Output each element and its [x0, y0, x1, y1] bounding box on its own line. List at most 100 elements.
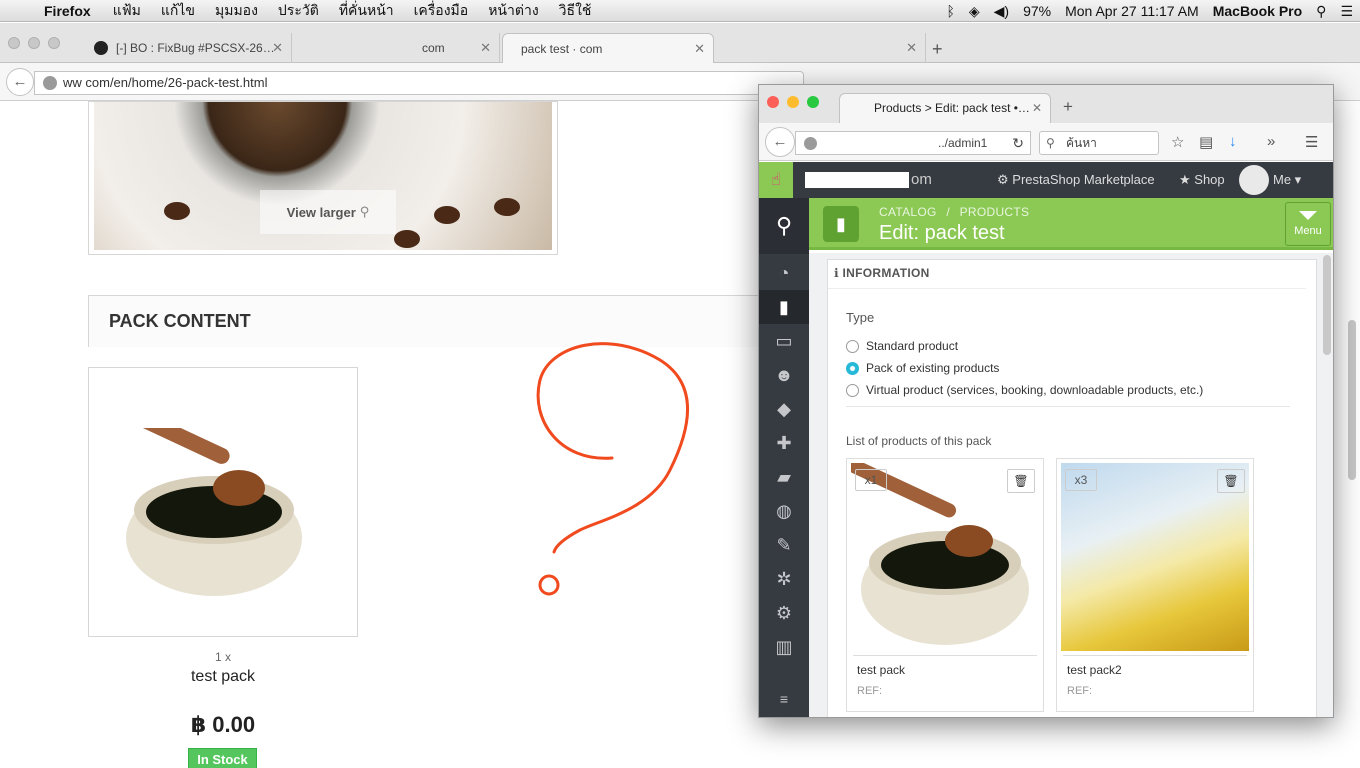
- customers-icon[interactable]: ☻: [759, 358, 809, 392]
- catalog-book-icon[interactable]: ▮: [759, 290, 809, 324]
- type-label: Type: [846, 310, 875, 325]
- menu-tools[interactable]: เครื่องมือ: [404, 0, 479, 22]
- new-tab-button[interactable]: +: [932, 39, 943, 60]
- minimize-window-button[interactable]: [28, 37, 40, 49]
- clock[interactable]: Mon Apr 27 11:17 AM: [1058, 3, 1206, 19]
- tab-close-icon[interactable]: ✕: [906, 40, 917, 56]
- tab-other[interactable]: ✕: [716, 33, 926, 63]
- bookmark-star-icon[interactable]: ☆: [1171, 133, 1184, 151]
- tab-close-icon[interactable]: ✕: [272, 40, 283, 56]
- spotlight-icon[interactable]: ⚲: [1309, 3, 1333, 20]
- back-button[interactable]: ←: [765, 127, 795, 157]
- menu-view[interactable]: มุมมอง: [205, 0, 268, 22]
- hamburger-menu-icon[interactable]: ☰: [1305, 133, 1318, 151]
- close-window-button[interactable]: [767, 96, 779, 108]
- page-scrollbar[interactable]: [1348, 320, 1356, 480]
- dashboard-icon[interactable]: ◔: [759, 256, 809, 290]
- user-menu[interactable]: Me ▾: [1273, 172, 1301, 188]
- orders-card-icon[interactable]: ▭: [759, 324, 809, 358]
- menu-history[interactable]: ประวัติ: [268, 0, 329, 22]
- price-rules-tag-icon[interactable]: ◆: [759, 392, 809, 426]
- shop-name-mask: [805, 172, 909, 189]
- url-bar[interactable]: ww com/en/home/26-pack-test.html: [34, 71, 804, 95]
- shop-name-suffix: om: [911, 171, 932, 188]
- radio-standard-label[interactable]: Standard product: [866, 339, 958, 353]
- radio-virtual-product[interactable]: [846, 384, 859, 397]
- shipping-truck-icon[interactable]: ▰: [759, 460, 809, 494]
- menu-app-name[interactable]: Firefox: [38, 3, 103, 19]
- tab-pack-test[interactable]: pack test · com ✕: [502, 33, 714, 63]
- tab-admin-products[interactable]: Products > Edit: pack test •… ✕: [839, 93, 1051, 123]
- stats-chart-icon[interactable]: ▥: [759, 630, 809, 664]
- bluetooth-icon[interactable]: ᛒ: [939, 3, 961, 19]
- radio-pack-label[interactable]: Pack of existing products: [866, 361, 999, 375]
- caret-down-icon: [1299, 211, 1317, 220]
- shop-link[interactable]: ★ Shop: [1179, 172, 1225, 188]
- delete-trash-icon[interactable]: 🗑: [1217, 469, 1245, 493]
- tab-site[interactable]: com ✕: [292, 33, 500, 63]
- device-name[interactable]: MacBook Pro: [1206, 3, 1309, 19]
- tab-label: pack test · com: [521, 41, 603, 56]
- sidebar-search-icon[interactable]: ⚲: [759, 198, 809, 254]
- prestashop-logo-icon[interactable]: ☝: [759, 162, 793, 198]
- radio-virtual-label[interactable]: Virtual product (services, booking, down…: [866, 383, 1203, 397]
- breadcrumb-catalog[interactable]: CATALOG: [879, 205, 937, 219]
- github-icon: [94, 41, 108, 55]
- tab-close-icon[interactable]: ✕: [1032, 94, 1042, 122]
- url-bar[interactable]: ../admin1 ↻: [795, 131, 1031, 155]
- pack-item-name[interactable]: test pack: [88, 668, 358, 686]
- pack-item-name: test pack: [857, 663, 906, 677]
- preferences-wrench-icon[interactable]: ✎: [759, 528, 809, 562]
- collapse-menu-icon[interactable]: ≡: [759, 682, 809, 716]
- close-window-button[interactable]: [8, 37, 20, 49]
- localization-globe-icon[interactable]: ◍: [759, 494, 809, 528]
- menu-window[interactable]: หน้าต่าง: [478, 0, 548, 22]
- modules-puzzle-icon[interactable]: ✚: [759, 426, 809, 460]
- minimize-window-button[interactable]: [787, 96, 799, 108]
- question-dot-annotation: [538, 574, 560, 596]
- volume-icon[interactable]: ◀): [987, 3, 1016, 20]
- pack-item-ref: REF:: [1067, 685, 1093, 697]
- shop-name[interactable]: om: [805, 171, 932, 189]
- tab-close-icon[interactable]: ✕: [694, 41, 705, 57]
- pack-item-quantity: 1 x: [214, 650, 231, 664]
- menu-bookmarks[interactable]: ที่คั่นหน้า: [329, 0, 404, 22]
- administration-gear-icon[interactable]: ⚙: [759, 596, 809, 630]
- marketplace-label: PrestaShop Marketplace: [1012, 172, 1155, 187]
- breadcrumb-products[interactable]: PRODUCTS: [960, 205, 1030, 219]
- advanced-gears-icon[interactable]: ✲: [759, 562, 809, 596]
- tab-close-icon[interactable]: ✕: [480, 40, 491, 56]
- battery-percent[interactable]: 97%: [1016, 3, 1058, 19]
- avatar[interactable]: [1239, 165, 1269, 195]
- menu-help[interactable]: วิธีใช้: [549, 0, 602, 22]
- radio-pack-product[interactable]: [846, 362, 859, 375]
- notification-icon[interactable]: ☰: [1333, 3, 1360, 20]
- overflow-icon[interactable]: »: [1267, 133, 1275, 150]
- card-divider: [1063, 655, 1247, 656]
- product-cover-image[interactable]: View larger ⚲: [88, 101, 558, 255]
- wifi-icon[interactable]: ◈: [962, 3, 987, 20]
- new-tab-button[interactable]: +: [1063, 97, 1073, 117]
- search-field[interactable]: ⚲ ค้นหา: [1039, 131, 1159, 155]
- radio-standard-product[interactable]: [846, 340, 859, 353]
- download-icon[interactable]: ↓: [1229, 133, 1237, 150]
- view-larger-button[interactable]: View larger ⚲: [260, 190, 396, 234]
- admin-scrollbar[interactable]: [1323, 255, 1331, 355]
- menu-file[interactable]: แฟ้ม: [103, 0, 151, 22]
- marketplace-link[interactable]: ⚙ PrestaShop Marketplace: [997, 172, 1155, 188]
- pack-item-qty-badge: x1: [855, 469, 887, 491]
- delete-trash-icon[interactable]: 🗑: [1007, 469, 1035, 493]
- admin-browser-window: Products > Edit: pack test •… ✕ + ← ../a…: [758, 84, 1334, 718]
- menu-edit[interactable]: แก้ไข: [151, 0, 205, 22]
- reading-list-icon[interactable]: ▤: [1199, 133, 1213, 151]
- zoom-window-button[interactable]: [48, 37, 60, 49]
- menu-toggle-button[interactable]: Menu: [1285, 202, 1331, 246]
- search-placeholder: ค้นหา: [1066, 136, 1097, 150]
- back-button[interactable]: ←: [6, 68, 34, 96]
- information-panel: ℹ INFORMATION Type Standard product Pack…: [827, 259, 1317, 717]
- zoom-window-button[interactable]: [807, 96, 819, 108]
- tab-github[interactable]: [-] BO : FixBug #PSCSX-26… ✕: [76, 33, 292, 63]
- reload-icon[interactable]: ↻: [1012, 132, 1024, 154]
- pack-item-thumbnail[interactable]: [88, 367, 358, 637]
- pack-content-heading: PACK CONTENT: [88, 295, 768, 347]
